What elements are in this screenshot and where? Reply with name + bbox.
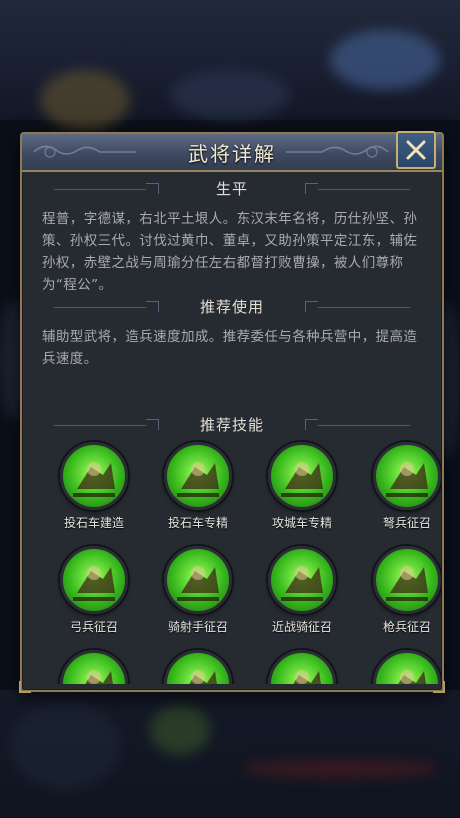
horse-archer-recruit-icon [164,546,232,614]
background-blur [240,760,440,778]
section-header-bio: 生平 [22,178,442,200]
skill-icon [373,650,441,684]
archer-recruit-icon [60,546,128,614]
skill-label: 枪兵征召 [382,620,431,634]
spearman-recruit-icon [373,546,441,614]
skill-label: 攻城车专精 [271,516,332,530]
general-detail-dialog: 武将详解 生平 程普，字德谋，右北平土垠人。东汉末年名将，历仕孙坚、孙策、孙权三… [19,131,445,693]
skill-label: 投石车建造 [63,516,124,530]
skill-label: 弩兵征召 [382,516,431,530]
skill-tile[interactable]: 弓兵征召 [46,546,142,646]
skill-tile[interactable] [150,650,246,684]
dialog-title-bar: 武将详解 [22,134,442,172]
skill-icon [268,650,336,684]
skill-tile[interactable]: 近战骑征召 [254,546,350,646]
skill-tile[interactable]: 攻城车专精 [254,442,350,542]
skill-label: 近战骑征召 [271,620,332,634]
skill-tile[interactable]: 枪兵征召 [359,546,442,646]
close-button[interactable] [396,131,436,169]
background-blur [150,705,210,755]
catapult-build-icon [60,442,128,510]
skill-tile[interactable]: 投石车专精 [150,442,246,542]
background-blur [330,30,440,90]
background-blur [10,700,120,790]
skill-tile[interactable]: 骑射手征召 [150,546,246,646]
skill-icon [60,650,128,684]
skill-tile[interactable]: 弩兵征召 [359,442,442,542]
crossbowman-recruit-icon [373,442,441,510]
skill-tile[interactable] [254,650,350,684]
skill-tile[interactable] [46,650,142,684]
usage-text: 辅助型武将，造兵速度加成。推荐委任与各种兵营中，提高造兵速度。 [42,329,418,367]
skill-tile[interactable] [359,650,442,684]
melee-cavalry-recruit-icon [268,546,336,614]
skill-label: 投石车专精 [167,516,228,530]
section-header-skills: 推荐技能 [22,414,442,436]
bio-text: 程普，字德谋，右北平土垠人。东汉末年名将，历仕孙坚、孙策、孙权三代。讨伐过黄巾、… [42,211,418,293]
skill-icon [164,650,232,684]
catapult-mastery-icon [164,442,232,510]
section-header-usage: 推荐使用 [22,296,442,318]
dialog-title: 武将详解 [188,142,276,166]
dialog-scroll-content[interactable]: 生平 程普，字德谋，右北平土垠人。东汉末年名将，历仕孙坚、孙策、孙权三代。讨伐过… [22,172,442,684]
skill-label: 骑射手征召 [167,620,228,634]
siege-ram-mastery-icon [268,442,336,510]
skill-tile[interactable]: 投石车建造 [46,442,142,542]
skill-label: 弓兵征召 [69,620,118,634]
background-blur [40,70,130,130]
background-blur [170,70,290,120]
close-x-icon [406,140,426,160]
